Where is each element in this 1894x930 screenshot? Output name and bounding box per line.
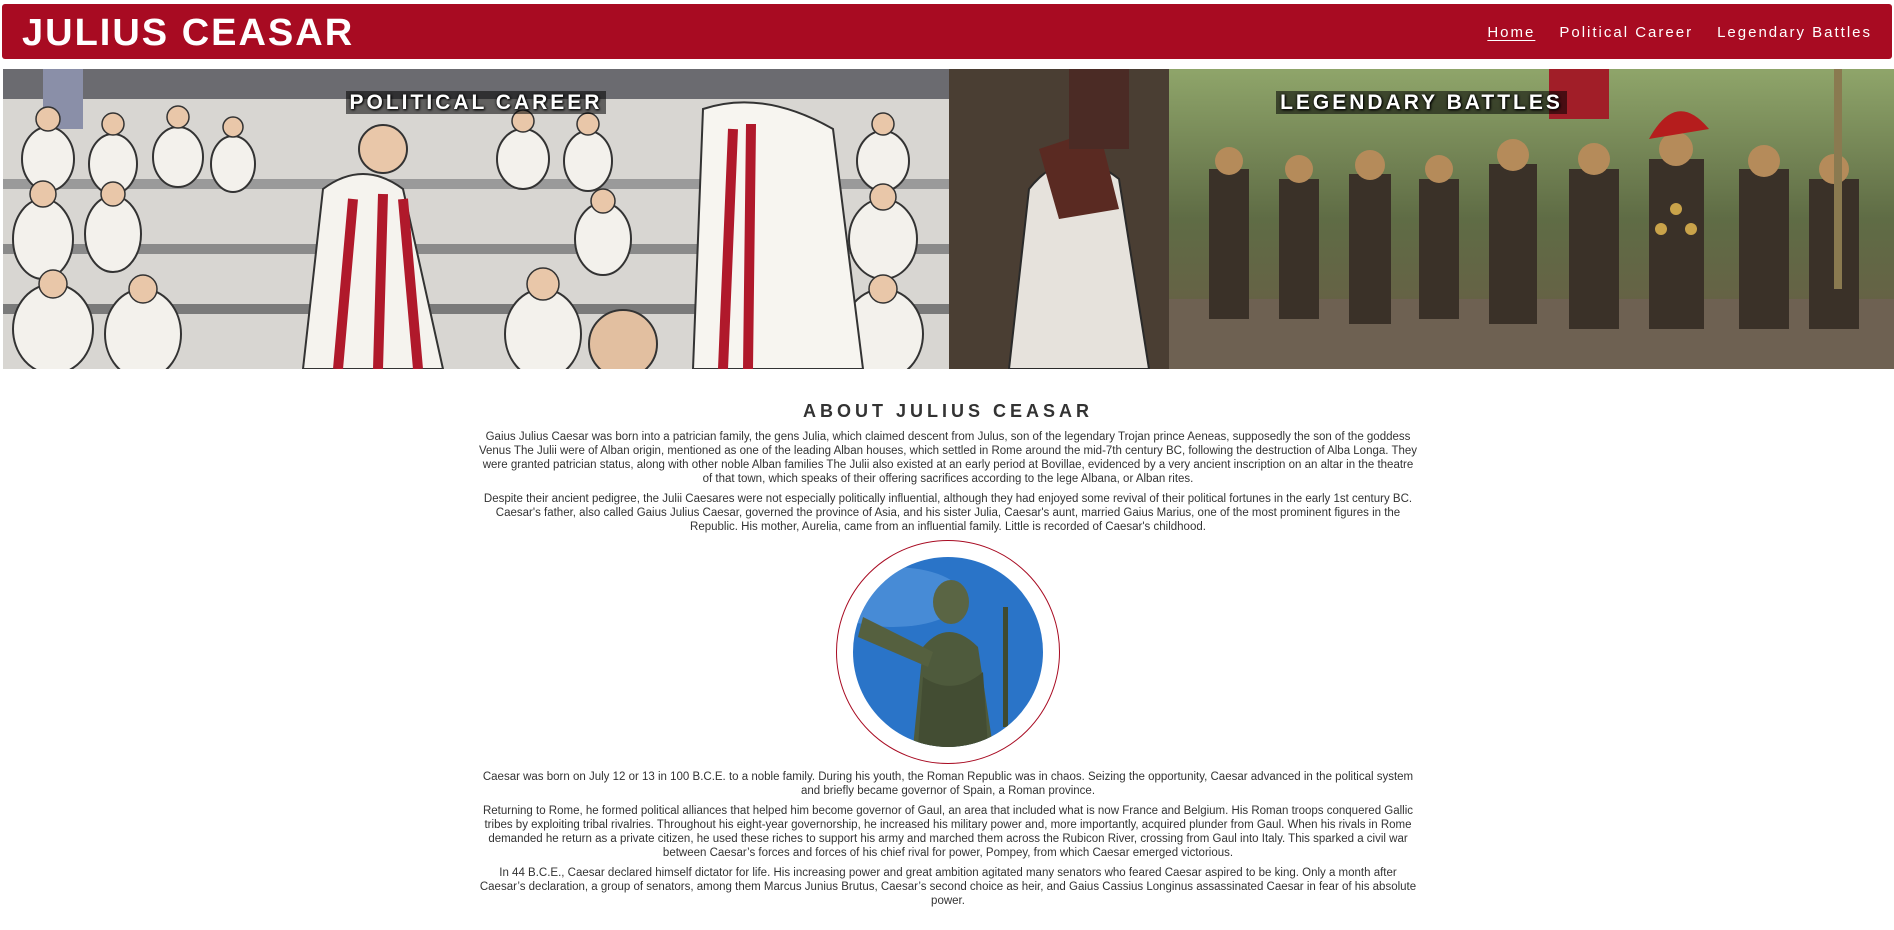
nav-link-political-career[interactable]: Political Career (1559, 24, 1693, 42)
site-title[interactable]: JULIUS CEASAR (22, 10, 354, 56)
main-nav: Home Political Career Legendary Battles (1487, 24, 1872, 42)
about-paragraph-2: Despite their ancient pedigree, the Juli… (483, 493, 1413, 533)
caesar-portrait (836, 540, 1060, 764)
nav-link-home[interactable]: Home (1487, 24, 1535, 42)
about-heading: ABOUT JULIUS CEASAR (802, 401, 1093, 421)
nav-link-legendary-battles[interactable]: Legendary Battles (1717, 24, 1872, 42)
about-paragraph-3: Caesar was born on July 12 or 13 in 100 … (482, 771, 1414, 797)
about-paragraph-4: Returning to Rome, he formed political a… (482, 805, 1414, 859)
statue-image (853, 557, 1043, 747)
about-section: ABOUT JULIUS CEASAR Gaius Julius Caesar … (478, 401, 1418, 914)
top-navbar: JULIUS CEASAR Home Political Career Lege… (2, 4, 1892, 59)
legendary-battles-panel[interactable]: LEGENDARY BATTLES (949, 69, 1894, 369)
about-paragraph-1: Gaius Julius Caesar was born into a patr… (478, 431, 1418, 485)
hero-banner: POLITICAL CAREER LEGENDARY BATTLES (3, 69, 1894, 369)
about-paragraph-5: In 44 B.C.E., Caesar declared himself di… (479, 867, 1417, 907)
legendary-battles-title: LEGENDARY BATTLES (949, 91, 1894, 115)
political-career-title: POLITICAL CAREER (3, 91, 949, 115)
political-career-panel[interactable]: POLITICAL CAREER (3, 69, 949, 369)
